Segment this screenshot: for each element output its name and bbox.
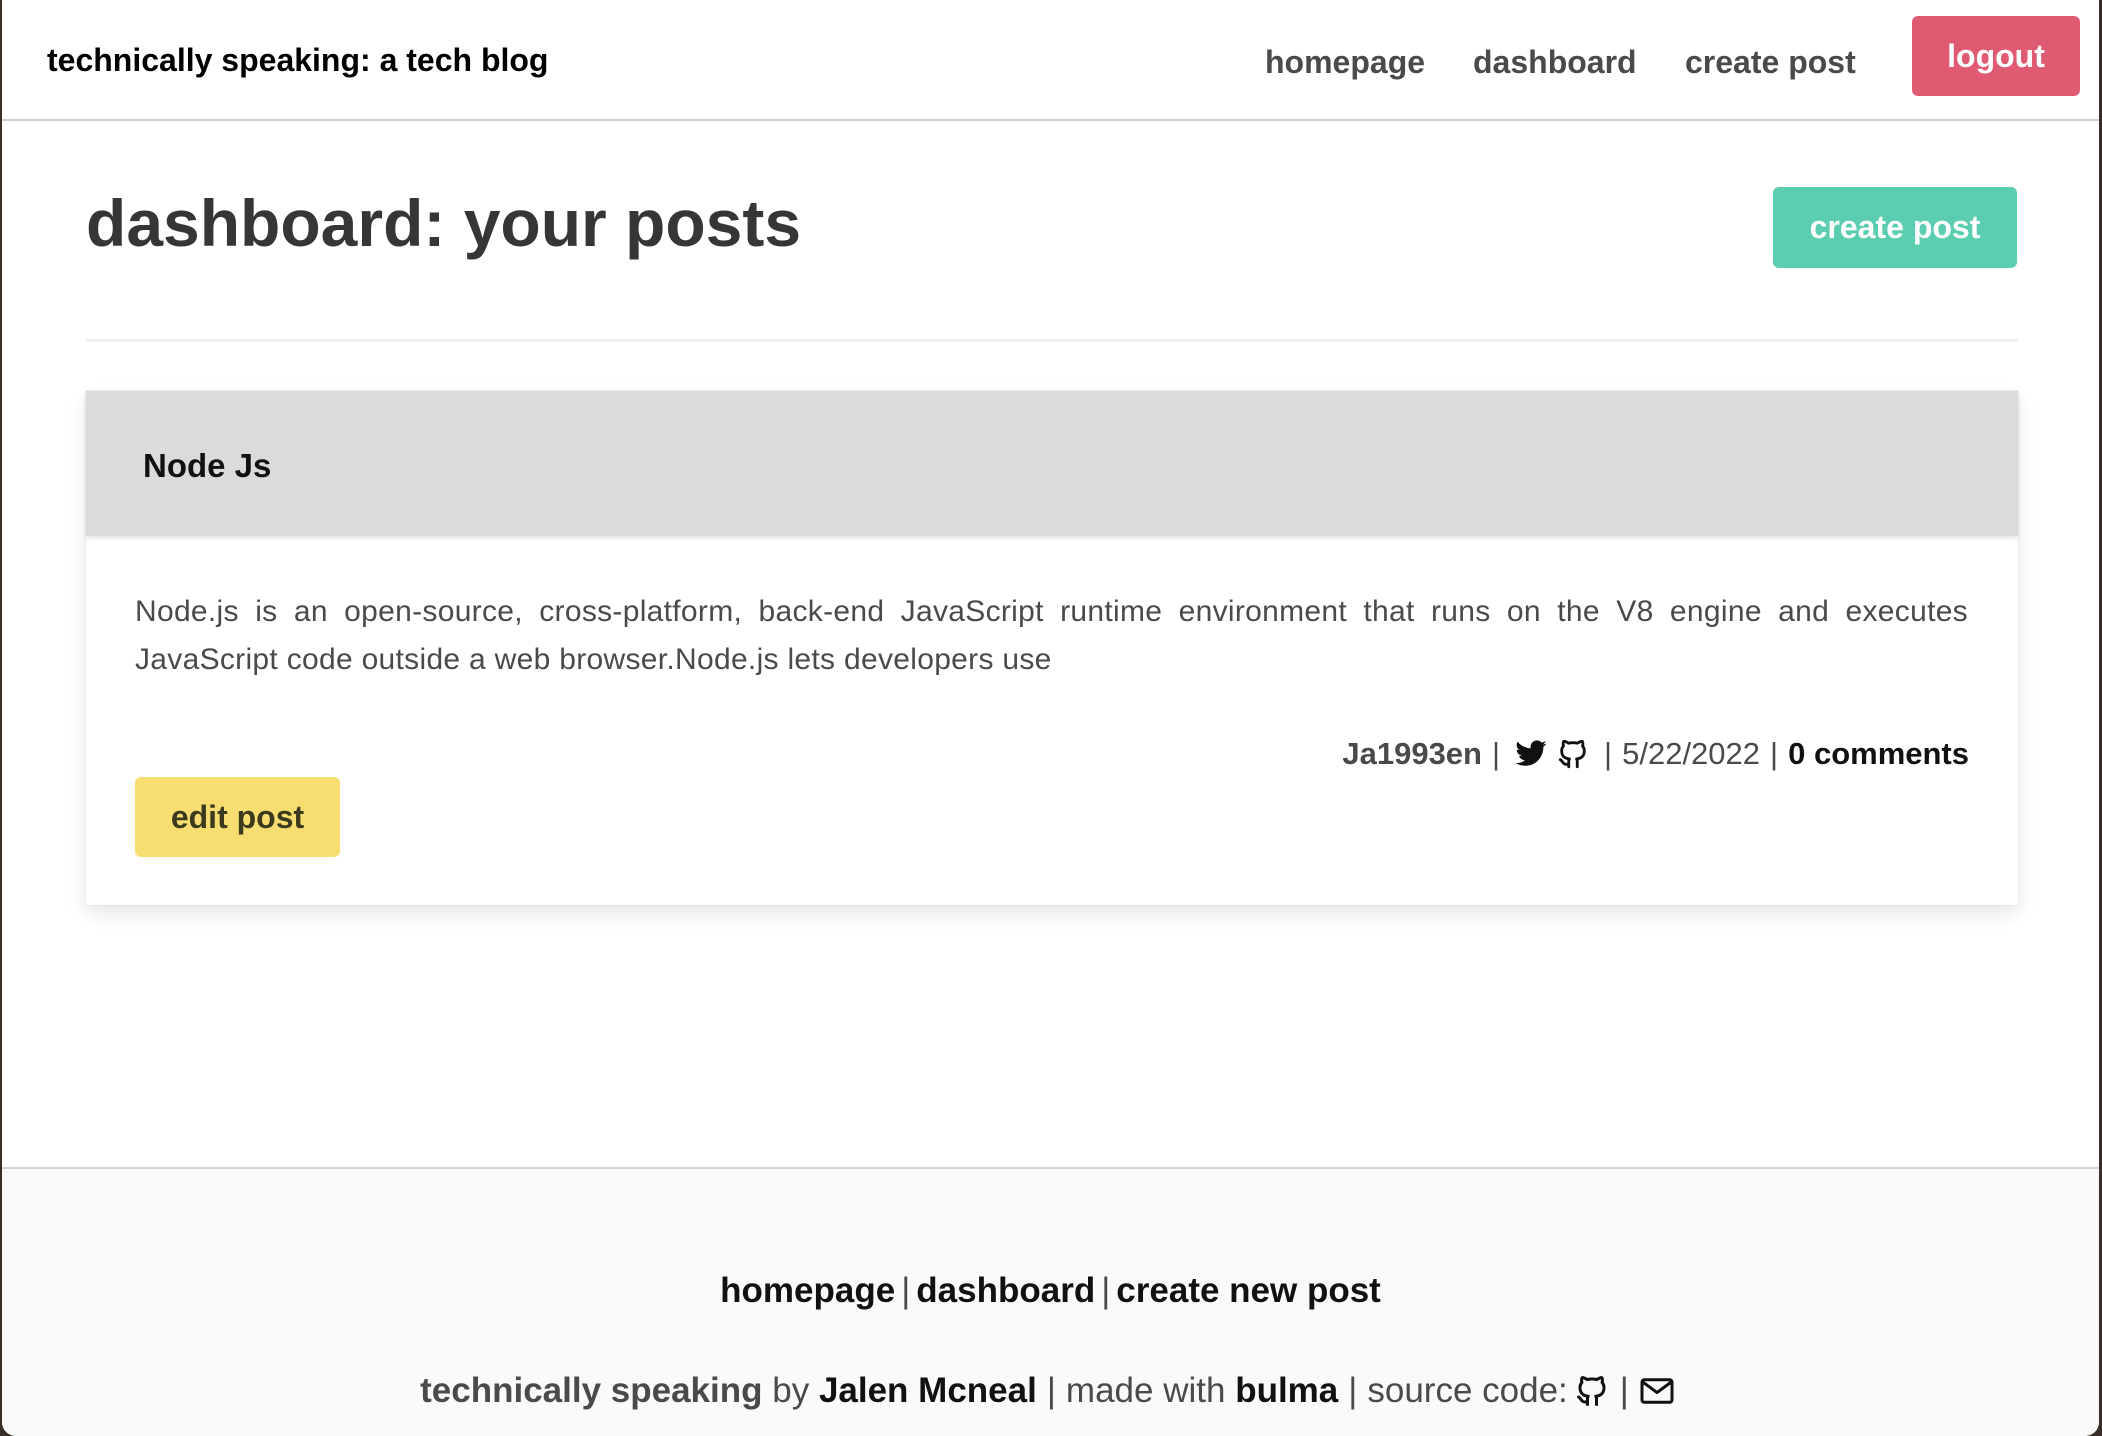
separator: |: [1619, 1371, 1629, 1410]
footer-site-name: technically speaking: [420, 1371, 763, 1410]
post-body: Node.js is an open-source, cross-platfor…: [135, 595, 1968, 676]
footer-source-code-text: source code:: [1367, 1371, 1568, 1410]
footer-credit: technically speaking by Jalen Mcneal | m…: [2, 1371, 2099, 1411]
nav-dashboard-link[interactable]: dashboard: [1473, 44, 1637, 81]
footer-links: homepage | dashboard | create new post: [2, 1271, 2099, 1311]
envelope-icon[interactable]: [1639, 1373, 1675, 1409]
post-author[interactable]: Ja1993en: [1342, 736, 1482, 772]
github-icon[interactable]: [1556, 737, 1590, 771]
browser-window: technically speaking: a tech blog homepa…: [2, 0, 2099, 1436]
divider: [86, 339, 2018, 342]
post-card: Node Js Node.js is an open-source, cross…: [86, 391, 2018, 905]
footer-by-text: by: [772, 1371, 810, 1410]
logout-button[interactable]: logout: [1912, 16, 2080, 96]
separator: |: [1604, 736, 1613, 771]
github-icon[interactable]: [1574, 1373, 1610, 1409]
footer-create-post-link[interactable]: create new post: [1116, 1271, 1381, 1310]
separator: |: [1770, 736, 1779, 771]
twitter-icon[interactable]: [1514, 737, 1548, 771]
create-post-button[interactable]: create post: [1773, 187, 2017, 268]
nav-links: homepage dashboard create post logout: [2, 0, 2099, 121]
nav-homepage-link[interactable]: homepage: [1265, 44, 1425, 81]
footer-bulma-link[interactable]: bulma: [1235, 1371, 1338, 1411]
post-date: 5/22/2022: [1622, 736, 1761, 771]
post-title[interactable]: Node Js: [143, 447, 271, 485]
post-comments-link[interactable]: 0 comments: [1788, 736, 1969, 772]
edit-post-button[interactable]: edit post: [135, 777, 340, 857]
page-title: dashboard: your posts: [86, 186, 802, 260]
footer-homepage-link[interactable]: homepage: [720, 1271, 895, 1310]
post-meta: Ja1993en | | 5/22/2022 | 0 comments: [1342, 736, 1969, 772]
separator: |: [1348, 1371, 1358, 1410]
footer-made-with-text: made with: [1065, 1371, 1226, 1410]
footer-author[interactable]: Jalen Mcneal: [819, 1371, 1037, 1411]
navbar: technically speaking: a tech blog homepa…: [2, 0, 2099, 121]
separator: |: [1491, 736, 1501, 771]
footer: homepage | dashboard | create new post techn…: [2, 1167, 2099, 1436]
nav-create-post-link[interactable]: create post: [1685, 44, 1856, 81]
separator: |: [901, 1271, 911, 1310]
footer-dashboard-link[interactable]: dashboard: [916, 1271, 1095, 1310]
separator: |: [1046, 1371, 1056, 1410]
separator: |: [1101, 1271, 1111, 1310]
post-card-header[interactable]: Node Js: [86, 391, 2018, 536]
